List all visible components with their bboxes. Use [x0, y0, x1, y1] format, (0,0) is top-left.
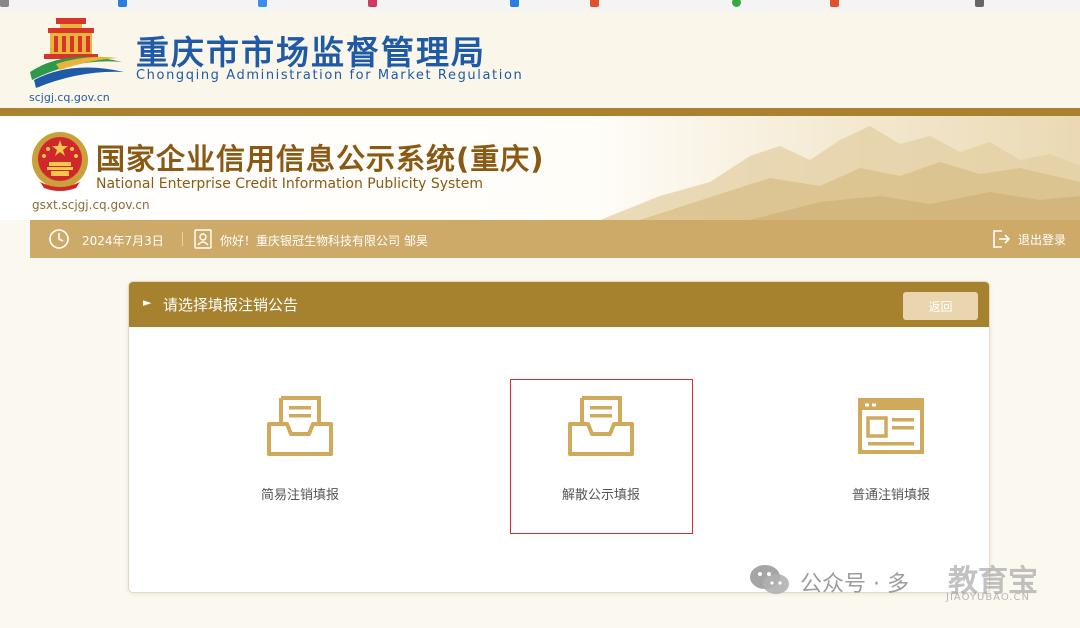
logout-label: 退出登录 — [1018, 232, 1067, 247]
logout-button[interactable]: 退出登录 — [990, 228, 1066, 250]
inbox-document-icon — [568, 396, 634, 456]
site-header: 重庆市市场监督管理局 Chongqing Administration for … — [0, 12, 1080, 108]
option-label: 解散公示填报 — [561, 488, 640, 503]
option-label: 普通注销填报 — [851, 488, 930, 503]
bookmark-item[interactable] — [118, 0, 131, 9]
user-info-bar: 2024年7月3日 你好！重庆银冠生物科技有限公司 邹昊 退出登录 — [30, 220, 1080, 258]
system-banner: 国家企业信用信息公示系统(重庆) National Enterprise Cre… — [0, 116, 1080, 220]
current-date: 2024年7月3日 — [82, 234, 164, 248]
bookmark-item[interactable] — [368, 0, 381, 9]
bookmark-item[interactable] — [975, 0, 988, 9]
option-dissolution-announcement[interactable]: 解散公示填报 — [510, 379, 693, 534]
administration-logo-icon — [30, 18, 124, 88]
inbox-document-icon — [267, 396, 333, 456]
header-divider — [0, 108, 1080, 116]
logout-icon — [993, 230, 1011, 248]
panel-title: 请选择填报注销公告 — [163, 296, 299, 314]
option-simple-cancellation[interactable]: 简易注销填报 — [210, 380, 390, 520]
cancellation-selection-panel: ► 请选择填报注销公告 返回 简易注销填报 解散公示填报 普通注销填报 — [128, 281, 990, 593]
bookmark-item[interactable] — [0, 0, 13, 9]
system-domain: gsxt.scjgj.cq.gov.cn — [32, 198, 150, 212]
mountain-landscape-decoration — [600, 126, 1080, 220]
back-button[interactable]: 返回 — [903, 292, 978, 320]
administration-title: 重庆市市场监督管理局 — [136, 33, 486, 72]
administration-english-title: Chongqing Administration for Market Regu… — [136, 68, 524, 83]
info-separator — [182, 232, 183, 246]
system-english-title: National Enterprise Credit Information P… — [96, 176, 484, 192]
bookmark-item[interactable] — [590, 0, 603, 9]
administration-domain: scjgj.cq.gov.cn — [29, 91, 110, 104]
triangle-right-icon: ► — [143, 296, 152, 309]
bookmark-item[interactable] — [732, 0, 745, 9]
option-label: 简易注销填报 — [260, 488, 339, 503]
user-greeting: 你好！重庆银冠生物科技有限公司 邹昊 — [220, 234, 428, 248]
bookmark-item[interactable] — [258, 0, 271, 9]
watermark-subtext: JIAOYUBAO.CN — [946, 592, 1030, 603]
bookmark-item[interactable] — [510, 0, 523, 9]
user-badge-icon — [194, 229, 212, 249]
system-title: 国家企业信用信息公示系统(重庆) — [96, 142, 545, 176]
clock-icon — [49, 229, 69, 249]
bookmark-item[interactable] — [830, 0, 843, 9]
form-window-icon — [858, 398, 924, 454]
national-emblem-icon — [32, 132, 88, 191]
panel-header: ► 请选择填报注销公告 返回 — [129, 282, 989, 327]
option-general-cancellation[interactable]: 普通注销填报 — [801, 380, 981, 520]
